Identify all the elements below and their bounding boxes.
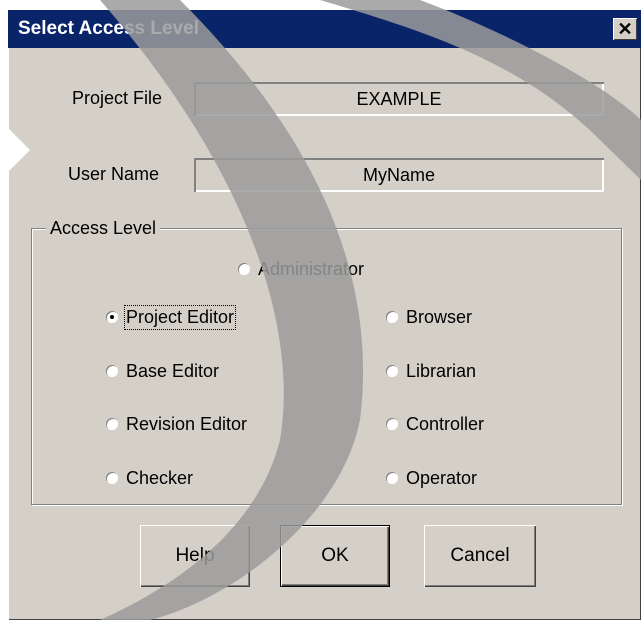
ok-button-label: OK: [321, 545, 349, 566]
radio-librarian-label: Librarian: [406, 360, 477, 381]
radio-button-icon: [238, 263, 250, 275]
radio-browser-label: Browser: [406, 306, 473, 327]
radio-operator-label: Operator: [406, 467, 478, 488]
radio-browser[interactable]: Browser: [386, 304, 472, 330]
help-button-label: Help: [175, 545, 215, 566]
radio-button-icon: [386, 311, 398, 323]
cancel-button-label: Cancel: [450, 545, 510, 566]
user-name-value: MyName: [362, 165, 435, 185]
user-name-field: MyName: [194, 158, 604, 192]
access-level-group-label: Access Level: [46, 218, 161, 239]
project-file-label: Project File: [72, 88, 163, 108]
radio-button-icon: [106, 365, 118, 377]
radio-checker-label: Checker: [126, 467, 194, 488]
radio-administrator-label: Administrator: [258, 258, 365, 279]
window-title: Select Access Level: [18, 18, 199, 39]
radio-base-editor-label: Base Editor: [126, 360, 220, 381]
project-file-field: EXAMPLE: [194, 82, 604, 116]
radio-button-icon: [106, 418, 118, 430]
radio-controller-label: Controller: [406, 413, 485, 434]
overlay-left-edge: [0, 0, 8, 150]
radio-button-selected-icon: [106, 311, 118, 323]
project-file-value: EXAMPLE: [356, 89, 442, 109]
close-icon: ✕: [617, 19, 633, 39]
ok-button[interactable]: OK: [280, 525, 390, 587]
radio-button-icon: [386, 472, 398, 484]
radio-revision-editor-label: Revision Editor: [126, 413, 248, 434]
close-button[interactable]: ✕: [613, 18, 637, 40]
user-name-label: User Name: [68, 164, 160, 184]
radio-revision-editor[interactable]: Revision Editor: [106, 411, 247, 437]
radio-button-icon: [386, 365, 398, 377]
radio-button-icon: [386, 418, 398, 430]
title-bar: Select Access Level ✕: [8, 10, 641, 48]
radio-controller[interactable]: Controller: [386, 411, 484, 437]
radio-operator[interactable]: Operator: [386, 465, 477, 491]
radio-base-editor[interactable]: Base Editor: [106, 358, 219, 384]
radio-button-icon: [106, 472, 118, 484]
radio-project-editor-label: Project Editor: [123, 304, 237, 330]
radio-checker[interactable]: Checker: [106, 465, 193, 491]
help-button[interactable]: Help: [140, 525, 250, 587]
radio-librarian[interactable]: Librarian: [386, 358, 476, 384]
radio-administrator[interactable]: Administrator: [238, 256, 364, 282]
radio-project-editor[interactable]: Project Editor: [106, 304, 237, 330]
cancel-button[interactable]: Cancel: [424, 525, 536, 587]
